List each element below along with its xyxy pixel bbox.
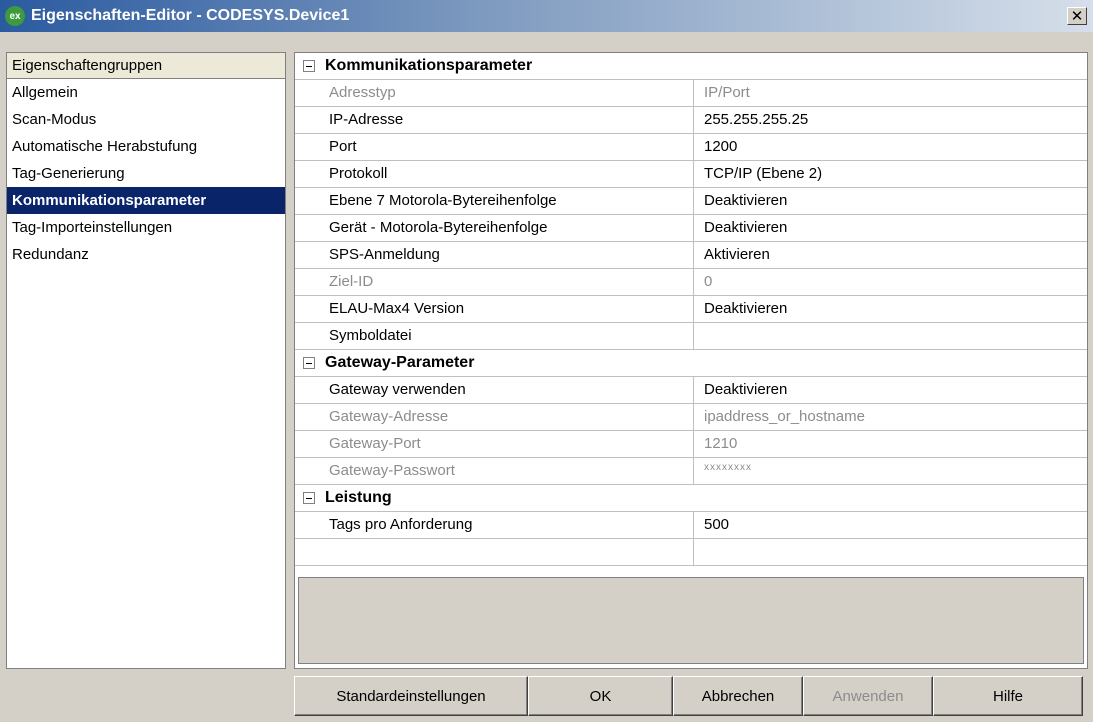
category-label: Kommunikationsparameter bbox=[325, 57, 533, 74]
row-gutter bbox=[295, 296, 321, 322]
property-name: Gateway-Passwort bbox=[321, 458, 694, 484]
help-button[interactable]: Hilfe bbox=[933, 676, 1083, 716]
property-value[interactable] bbox=[694, 323, 1087, 349]
category-row[interactable]: Leistung bbox=[295, 485, 1087, 512]
sidebar-item[interactable]: Kommunikationsparameter bbox=[7, 187, 285, 214]
row-gutter bbox=[295, 215, 321, 241]
property-name: Gateway-Port bbox=[321, 431, 694, 457]
property-value[interactable]: Deaktivieren bbox=[694, 188, 1087, 214]
ok-button[interactable]: OK bbox=[528, 676, 673, 716]
sidebar-item[interactable]: Tag-Generierung bbox=[7, 160, 285, 187]
sidebar-item[interactable]: Tag-Importeinstellungen bbox=[7, 214, 285, 241]
collapse-icon[interactable] bbox=[303, 492, 315, 504]
property-row[interactable]: Gateway verwenden Deaktivieren bbox=[295, 377, 1087, 404]
property-name: Ebene 7 Motorola-Bytereihenfolge bbox=[321, 188, 694, 214]
property-value: ipaddress_or_hostname bbox=[704, 408, 865, 425]
property-row[interactable]: Gateway-Port 1210 bbox=[295, 431, 1087, 458]
row-gutter bbox=[295, 323, 321, 349]
property-grid-rows: Kommunikationsparameter Adresstyp IP/Port I… bbox=[295, 53, 1087, 539]
property-row[interactable]: Gateway-Passwort xxxxxxxx bbox=[295, 458, 1087, 485]
property-name: ELAU-Max4 Version bbox=[321, 296, 694, 322]
row-gutter bbox=[295, 134, 321, 160]
row-gutter bbox=[295, 512, 321, 538]
property-row[interactable]: Symboldatei bbox=[295, 323, 1087, 350]
property-name: Symboldatei bbox=[321, 323, 694, 349]
property-groups-list[interactable]: Eigenschaftengruppen Allgemein Scan-Modus… bbox=[6, 52, 286, 669]
sidebar-item[interactable]: Scan-Modus bbox=[7, 106, 285, 133]
category-label: Gateway-Parameter bbox=[325, 354, 475, 371]
category-label: Leistung bbox=[325, 489, 392, 506]
dialog-buttons: Standardeinstellungen OK Abbrechen Anwen… bbox=[294, 676, 1083, 716]
collapse-icon[interactable] bbox=[303, 357, 315, 369]
collapse-icon[interactable] bbox=[303, 60, 315, 72]
property-value[interactable]: TCP/IP (Ebene 2) bbox=[694, 161, 1087, 187]
close-button[interactable]: ✕ bbox=[1067, 7, 1087, 25]
property-name: Gateway verwenden bbox=[321, 377, 694, 403]
title-bar[interactable]: ex Eigenschaften-Editor - CODESYS.Device… bbox=[0, 0, 1093, 32]
category-row[interactable]: Kommunikationsparameter bbox=[295, 53, 1087, 80]
property-value[interactable]: Aktivieren bbox=[694, 242, 1087, 268]
property-value[interactable]: 1200 bbox=[694, 134, 1087, 160]
property-value: 0 bbox=[704, 273, 713, 290]
sidebar-item[interactable]: Allgemein bbox=[7, 79, 285, 106]
property-row[interactable]: Protokoll TCP/IP (Ebene 2) bbox=[295, 161, 1087, 188]
property-name: Ziel-ID bbox=[321, 269, 694, 295]
row-gutter bbox=[295, 161, 321, 187]
empty-value-cell bbox=[694, 539, 1087, 565]
description-panel bbox=[298, 577, 1084, 664]
apply-button[interactable]: Anwenden bbox=[803, 676, 933, 716]
property-value: xxxxxxxx bbox=[704, 462, 752, 473]
property-grid[interactable]: Kommunikationsparameter Adresstyp IP/Port I… bbox=[294, 52, 1088, 669]
row-gutter bbox=[295, 458, 321, 484]
property-row[interactable]: Gateway-Adresse ipaddress_or_hostname bbox=[295, 404, 1087, 431]
property-row[interactable]: Port 1200 bbox=[295, 134, 1087, 161]
property-row[interactable]: Adresstyp IP/Port bbox=[295, 80, 1087, 107]
property-row[interactable]: Gerät - Motorola-Bytereihenfolge Deaktivi… bbox=[295, 215, 1087, 242]
property-value[interactable]: 500 bbox=[694, 512, 1087, 538]
category-row[interactable]: Gateway-Parameter bbox=[295, 350, 1087, 377]
property-value: 1210 bbox=[704, 435, 738, 452]
property-value[interactable]: 255.255.255.25 bbox=[694, 107, 1087, 133]
empty-name-cell bbox=[295, 539, 694, 565]
property-row[interactable]: SPS-Anmeldung Aktivieren bbox=[295, 242, 1087, 269]
empty-row bbox=[295, 539, 1087, 566]
property-name: Adresstyp bbox=[321, 80, 694, 106]
property-row[interactable]: IP-Adresse 255.255.255.25 bbox=[295, 107, 1087, 134]
row-gutter bbox=[295, 80, 321, 106]
property-name: IP-Adresse bbox=[321, 107, 694, 133]
property-row[interactable]: Tags pro Anforderung 500 bbox=[295, 512, 1087, 539]
property-row[interactable]: Ziel-ID 0 bbox=[295, 269, 1087, 296]
window-title: Eigenschaften-Editor - CODESYS.Device1 bbox=[31, 7, 350, 24]
row-gutter bbox=[295, 269, 321, 295]
row-gutter bbox=[295, 404, 321, 430]
sidebar-item[interactable]: Automatische Herabstufung bbox=[7, 133, 285, 160]
row-gutter bbox=[295, 107, 321, 133]
defaults-button[interactable]: Standardeinstellungen bbox=[294, 676, 528, 716]
property-name: Gateway-Adresse bbox=[321, 404, 694, 430]
sidebar-item[interactable]: Redundanz bbox=[7, 241, 285, 268]
property-name: SPS-Anmeldung bbox=[321, 242, 694, 268]
cancel-button[interactable]: Abbrechen bbox=[673, 676, 803, 716]
property-value: IP/Port bbox=[704, 84, 750, 101]
property-groups-items: Allgemein Scan-Modus Automatische Herabstu… bbox=[7, 79, 285, 268]
row-gutter bbox=[295, 188, 321, 214]
property-row[interactable]: Ebene 7 Motorola-Bytereihenfolge Deaktivi… bbox=[295, 188, 1087, 215]
property-name: Protokoll bbox=[321, 161, 694, 187]
row-gutter bbox=[295, 377, 321, 403]
app-icon: ex bbox=[5, 6, 25, 26]
property-value[interactable]: Deaktivieren bbox=[694, 377, 1087, 403]
row-gutter bbox=[295, 242, 321, 268]
property-value[interactable]: Deaktivieren bbox=[694, 296, 1087, 322]
row-gutter bbox=[295, 431, 321, 457]
property-name: Tags pro Anforderung bbox=[321, 512, 694, 538]
property-row[interactable]: ELAU-Max4 Version Deaktivieren bbox=[295, 296, 1087, 323]
property-groups-header: Eigenschaftengruppen bbox=[7, 53, 285, 79]
property-value[interactable]: Deaktivieren bbox=[694, 215, 1087, 241]
property-name: Gerät - Motorola-Bytereihenfolge bbox=[321, 215, 694, 241]
property-name: Port bbox=[321, 134, 694, 160]
close-icon: ✕ bbox=[1070, 7, 1084, 25]
